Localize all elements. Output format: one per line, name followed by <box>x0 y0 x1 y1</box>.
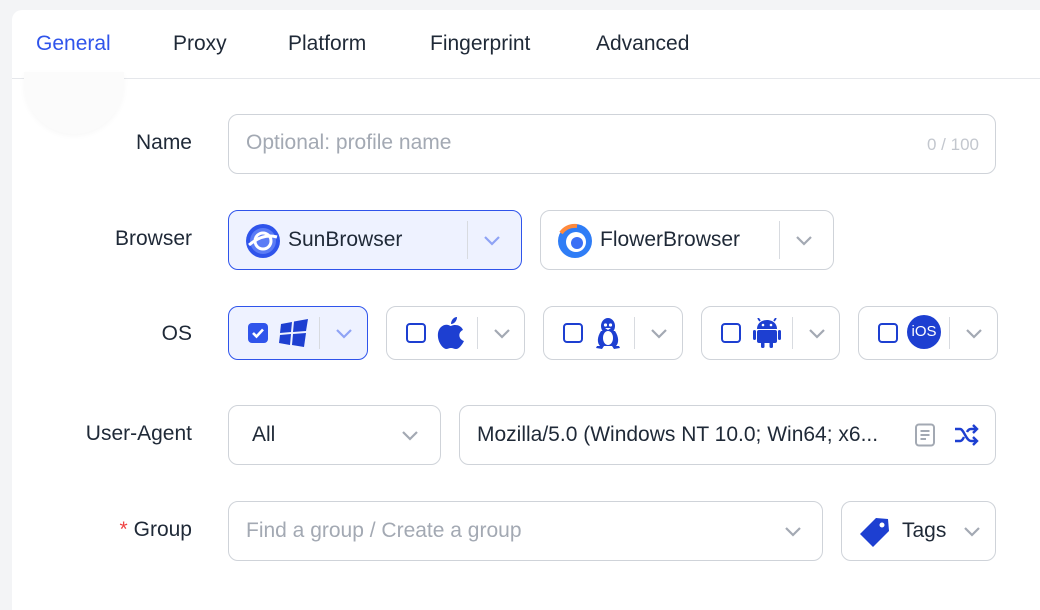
required-mark: * <box>119 518 128 541</box>
chevron-down-icon[interactable] <box>335 328 353 340</box>
chevron-down-icon[interactable] <box>965 328 983 340</box>
tab-fingerprint[interactable]: Fingerprint <box>430 10 530 78</box>
browser-label: Browser <box>114 227 192 250</box>
tab-platform[interactable]: Platform <box>288 10 366 78</box>
chevron-down-icon[interactable] <box>795 235 813 247</box>
android-checkbox[interactable] <box>721 323 741 343</box>
macos-checkbox[interactable] <box>406 323 426 343</box>
chevron-down-icon[interactable] <box>483 235 501 247</box>
chevron-down-icon <box>401 430 419 442</box>
user-agent-filter-select[interactable]: All <box>228 405 441 465</box>
group-select[interactable]: Find a group / Create a group <box>228 501 823 561</box>
chevron-down-icon[interactable] <box>808 328 826 340</box>
shuffle-icon[interactable] <box>954 424 980 451</box>
ios-checkbox[interactable] <box>878 323 898 343</box>
chevron-down-icon <box>963 526 981 538</box>
group-placeholder: Find a group / Create a group <box>246 519 522 542</box>
windows-checkbox[interactable] <box>248 323 268 343</box>
chevron-down-icon[interactable] <box>493 328 511 340</box>
os-option-macos[interactable] <box>386 306 525 360</box>
sunbrowser-icon <box>245 223 281 264</box>
user-agent-filter-value: All <box>252 423 276 446</box>
tags-select[interactable]: Tags <box>841 501 996 561</box>
apple-icon <box>437 317 465 354</box>
android-icon <box>753 317 781 353</box>
name-placeholder: Optional: profile name <box>246 131 452 154</box>
os-option-linux[interactable] <box>543 306 683 360</box>
chevron-down-icon <box>784 526 802 538</box>
user-agent-label: User-Agent <box>85 422 192 445</box>
sunbrowser-label: SunBrowser <box>288 228 403 251</box>
flowerbrowser-label: FlowerBrowser <box>600 228 741 251</box>
tab-advanced[interactable]: Advanced <box>596 10 689 78</box>
tags-label: Tags <box>902 519 947 542</box>
name-input[interactable]: Optional: profile name 0 / 100 <box>228 114 996 174</box>
tag-icon <box>860 517 890 552</box>
os-option-ios[interactable]: iOS <box>858 306 998 360</box>
linux-checkbox[interactable] <box>563 323 583 343</box>
os-label: OS <box>161 322 192 345</box>
name-char-counter: 0 / 100 <box>927 135 979 154</box>
windows-icon <box>279 319 309 352</box>
group-label-text: Group <box>133 518 192 541</box>
flowerbrowser-icon <box>557 223 593 264</box>
os-option-windows[interactable] <box>228 306 368 360</box>
chevron-down-icon[interactable] <box>650 328 668 340</box>
user-agent-value: Mozilla/5.0 (Windows NT 10.0; Win64; x6.… <box>477 423 879 446</box>
tab-proxy[interactable]: Proxy <box>173 10 227 78</box>
tab-bar: General Proxy Platform Fingerprint Advan… <box>12 10 1040 80</box>
linux-icon <box>594 317 622 354</box>
user-agent-input[interactable]: Mozilla/5.0 (Windows NT 10.0; Win64; x6.… <box>459 405 996 465</box>
os-option-android[interactable] <box>701 306 840 360</box>
document-icon[interactable] <box>914 423 936 452</box>
name-label: Name <box>135 131 192 154</box>
browser-option-flowerbrowser[interactable]: FlowerBrowser <box>540 210 834 270</box>
tab-general[interactable]: General <box>36 10 111 80</box>
browser-option-sunbrowser[interactable]: SunBrowser <box>228 210 522 270</box>
group-label: * Group <box>119 518 192 542</box>
ios-icon: iOS <box>907 315 941 349</box>
